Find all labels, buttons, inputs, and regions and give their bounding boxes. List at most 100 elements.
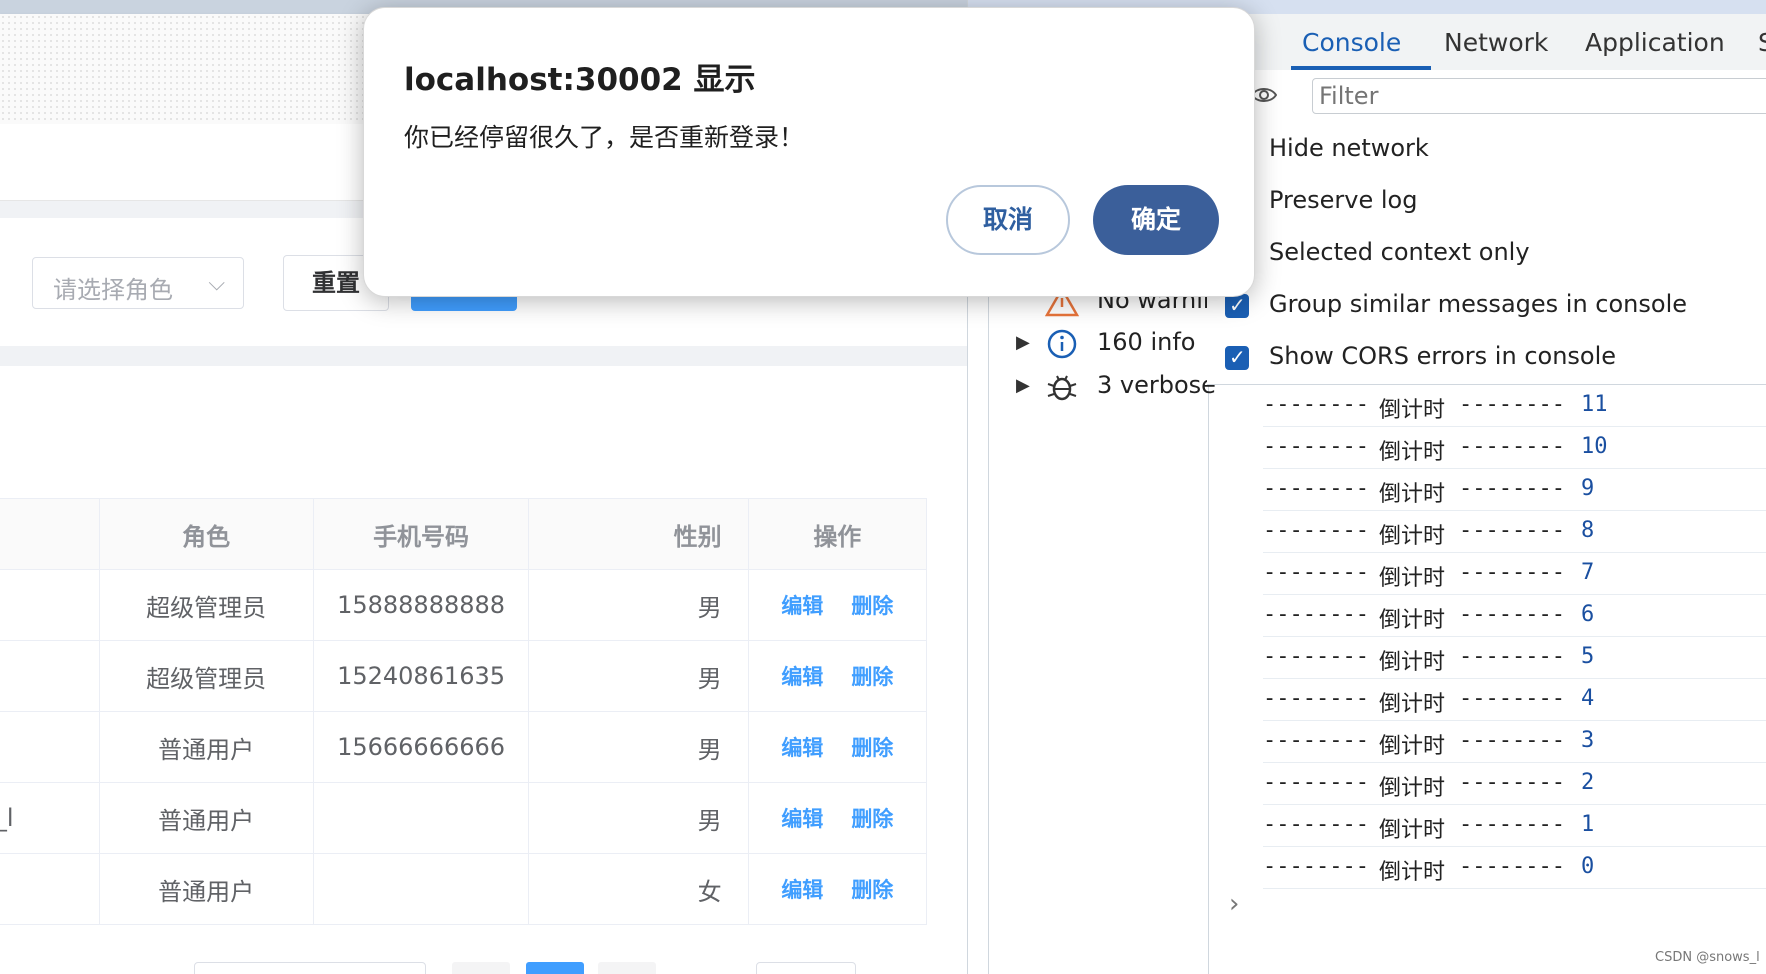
cell-role: 普通用户	[98, 782, 314, 854]
edit-link[interactable]: 编辑	[781, 807, 823, 831]
cell-sex: 男	[528, 711, 749, 783]
header-panel	[0, 14, 400, 124]
expand-arrow-icon[interactable]: ▶	[1016, 332, 1030, 353]
tab-sources-partial[interactable]: S	[1758, 28, 1766, 57]
log-entry: -------- 倒计时 -------- 9	[1263, 468, 1766, 511]
cell-nickname: als_l	[0, 782, 100, 854]
tab-network[interactable]: Network	[1444, 28, 1548, 57]
log-value: 1	[1581, 812, 1595, 837]
delete-link[interactable]: 删除	[851, 736, 893, 760]
log-value: 8	[1581, 518, 1595, 543]
cell-nickname: 姗	[0, 640, 100, 712]
edit-link[interactable]: 编辑	[781, 594, 823, 618]
log-text: 倒计时	[1379, 650, 1446, 675]
column-header-actions: 操作	[747, 498, 928, 570]
table-row: - 普通用户 15666666666 男 编辑 删除	[0, 711, 928, 783]
log-dashes: --------	[1263, 728, 1369, 753]
console-filter-input[interactable]	[1312, 78, 1766, 114]
setting-label: Show CORS errors in console	[1269, 342, 1617, 370]
pager-next-button[interactable]	[598, 962, 656, 974]
page-size-select[interactable]	[194, 962, 426, 974]
log-entry: -------- 倒计时 -------- 1	[1263, 804, 1766, 847]
log-dashes: --------	[1459, 434, 1565, 459]
pager-current-page[interactable]	[526, 962, 584, 974]
log-entry: -------- 倒计时 -------- 7	[1263, 552, 1766, 595]
setting-label: Selected context only	[1269, 238, 1530, 266]
log-dashes: --------	[1459, 476, 1565, 501]
log-dashes: --------	[1263, 392, 1369, 417]
console-prompt-icon[interactable]: ›	[1229, 889, 1239, 919]
log-dashes: --------	[1263, 560, 1369, 585]
sidebar-item-verbose[interactable]: ▶ 3 verbose	[989, 367, 1216, 407]
cell-actions: 编辑 删除	[747, 711, 928, 783]
cell-nickname: nin	[0, 569, 100, 641]
edit-link[interactable]: 编辑	[781, 736, 823, 760]
group-similar-checkbox[interactable]	[1225, 293, 1249, 318]
log-dashes: --------	[1263, 602, 1369, 627]
cors-errors-checkbox[interactable]	[1225, 345, 1249, 370]
log-dashes: --------	[1459, 728, 1565, 753]
cell-nickname: -	[0, 711, 100, 783]
role-select[interactable]: 请选择角色 ⌵	[32, 257, 244, 309]
log-dashes: --------	[1459, 602, 1565, 627]
cell-sex: 男	[528, 569, 749, 641]
log-entry: -------- 倒计时 -------- 4	[1263, 678, 1766, 721]
delete-link[interactable]: 删除	[851, 665, 893, 689]
table-row: 式 普通用户 女 编辑 删除	[0, 853, 928, 925]
delete-link[interactable]: 删除	[851, 807, 893, 831]
watermark: CSDN @snows_l	[1655, 950, 1760, 965]
sidebar-item-info[interactable]: ▶ 160 info	[989, 324, 1208, 364]
cell-actions: 编辑 删除	[747, 853, 928, 925]
log-value: 0	[1581, 854, 1595, 879]
log-dashes: --------	[1459, 644, 1565, 669]
dialog-message: 你已经停留很久了，是否重新登录！	[404, 123, 805, 152]
log-dashes: --------	[1459, 770, 1565, 795]
table-row: als_l 普通用户 男 编辑 删除	[0, 782, 928, 854]
cancel-button[interactable]: 取消	[946, 185, 1070, 255]
cell-role: 超级管理员	[98, 569, 314, 641]
cell-phone: 15240861635	[312, 640, 530, 712]
expand-arrow-icon[interactable]: ▶	[1016, 375, 1030, 396]
tab-console[interactable]: Console	[1302, 28, 1401, 57]
dialog-title: localhost:30002 显示	[404, 62, 756, 98]
log-entry: -------- 倒计时 -------- 2	[1263, 762, 1766, 805]
delete-link[interactable]: 删除	[851, 878, 893, 902]
log-entry: -------- 倒计时 -------- 6	[1263, 594, 1766, 637]
pager-goto-input[interactable]	[756, 962, 856, 974]
delete-link[interactable]: 删除	[851, 594, 893, 618]
log-dashes: --------	[1263, 434, 1369, 459]
console-settings-panel: Hide network Preserve log Selected conte…	[1207, 122, 1766, 385]
log-value: 4	[1581, 686, 1595, 711]
log-value: 7	[1581, 560, 1595, 585]
log-text: 倒计时	[1379, 440, 1446, 465]
cell-actions: 编辑 删除	[747, 782, 928, 854]
log-text: 倒计时	[1379, 524, 1446, 549]
log-dashes: --------	[1459, 392, 1565, 417]
edit-link[interactable]: 编辑	[781, 878, 823, 902]
table-row: nin 超级管理员 15888888888 男 编辑 删除	[0, 569, 928, 641]
alert-dialog: localhost:30002 显示 你已经停留很久了，是否重新登录！ 取消 确…	[363, 7, 1255, 297]
role-select-placeholder: 请选择角色	[53, 276, 173, 304]
bug-icon	[1047, 375, 1077, 401]
log-text: 倒计时	[1379, 734, 1446, 759]
confirm-button[interactable]: 确定	[1093, 185, 1219, 255]
log-dashes: --------	[1263, 476, 1369, 501]
user-table: 称 角色 手机号码 性别 操作 nin 超级管理员 15888888888 男 …	[0, 498, 928, 925]
column-header-role[interactable]: 角色	[98, 498, 314, 570]
log-dashes: --------	[1459, 518, 1565, 543]
log-value: 10	[1581, 434, 1608, 459]
edit-link[interactable]: 编辑	[781, 665, 823, 689]
log-dashes: --------	[1459, 854, 1565, 879]
tab-application[interactable]: Application	[1585, 28, 1725, 57]
log-text: 倒计时	[1379, 776, 1446, 801]
log-dashes: --------	[1459, 560, 1565, 585]
column-header-phone[interactable]: 手机号码	[312, 498, 530, 570]
log-text: 倒计时	[1379, 608, 1446, 633]
log-dashes: --------	[1459, 812, 1565, 837]
column-header-nickname[interactable]: 称	[0, 498, 100, 570]
pager-prev-button[interactable]	[452, 962, 510, 974]
log-dashes: --------	[1459, 686, 1565, 711]
column-header-sex[interactable]: 性别	[528, 498, 749, 570]
log-text: 倒计时	[1379, 692, 1446, 717]
log-value: 9	[1581, 476, 1595, 501]
